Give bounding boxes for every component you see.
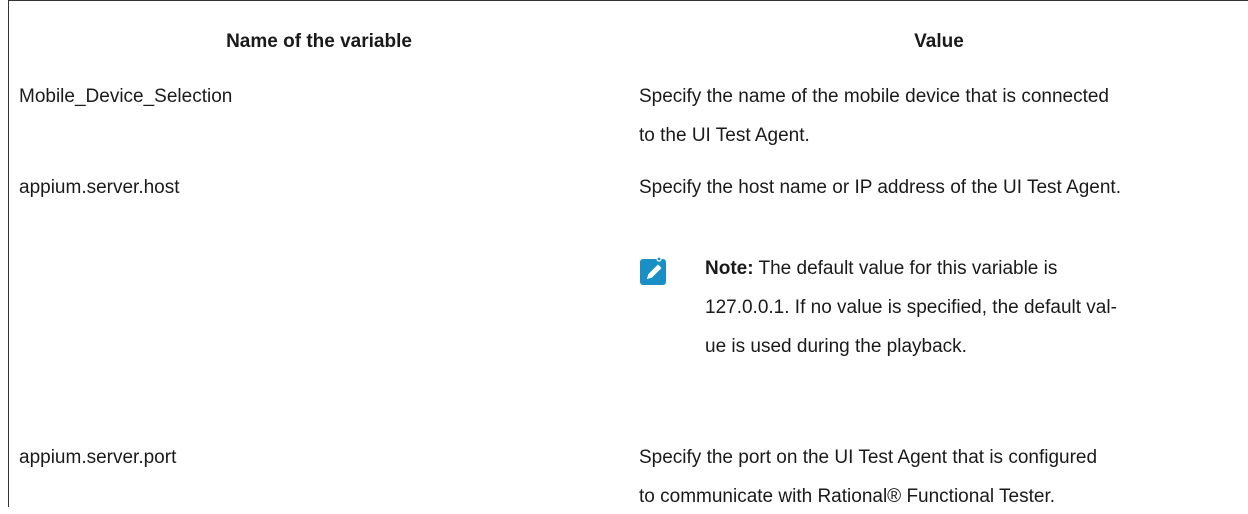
variable-name-cell: appium.server.host [19,177,180,198]
variable-value-line: Specify the name of the mobile device th… [639,86,1109,107]
variable-value-line: to the UI Test Agent. [639,125,810,146]
table-row: Mobile_Device_Selection Specify the name… [9,80,1248,160]
note-text-line1: The default value for this variable is [758,258,1058,279]
table-row: appium.server.host Specify the host name… [9,171,1248,431]
note-label: Note: [705,258,754,279]
table-row: appium.server.port Specify the port on t… [9,441,1248,507]
variable-value-line: Specify the port on the UI Test Agent th… [639,447,1098,468]
pencil-note-icon [639,256,669,286]
note-block: Note: The default value for this variabl… [639,252,1243,392]
note-text-line3: ue is used during the playback. [705,336,967,357]
note-text-line2: 127.0.0.1. If no value is specified, the… [705,297,1117,318]
variable-name-cell: Mobile_Device_Selection [19,86,233,107]
note-line: Note: The default value for this variabl… [705,252,1225,286]
table-header-row: Name of the variable Value [9,1,1248,67]
variable-name-cell: appium.server.port [19,447,177,468]
variable-value-line: to communicate with Rational® Functional… [639,486,1056,507]
variables-table: Name of the variable Value Mobile_Device… [8,0,1248,507]
header-name-of-variable: Name of the variable [226,31,412,52]
variable-value-line: Specify the host name or IP address of t… [639,177,1121,198]
header-value: Value [914,31,964,52]
